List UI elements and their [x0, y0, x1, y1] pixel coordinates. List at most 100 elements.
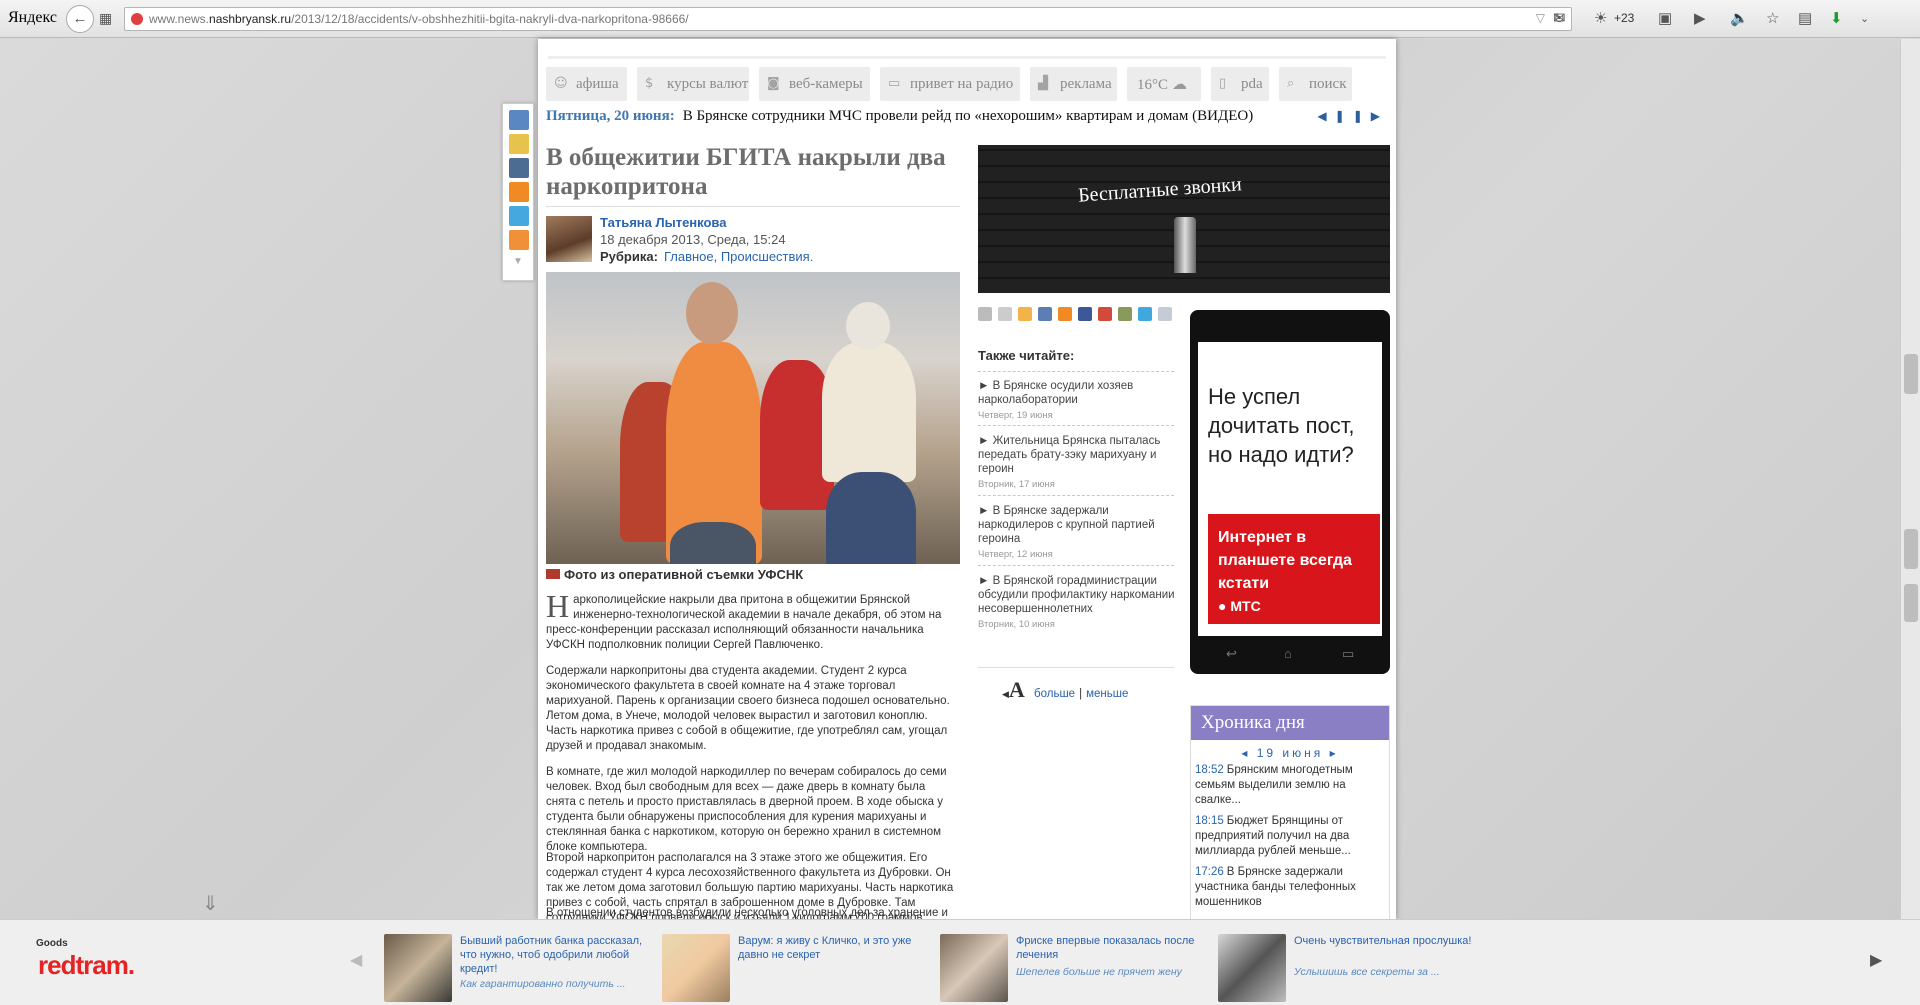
android-back-icon: ↩ — [1226, 646, 1237, 661]
nav-webcams[interactable]: ◙ веб-камеры — [759, 67, 870, 101]
chronicle-title: Хроника дня — [1191, 706, 1389, 740]
cloud-icon: ☁ — [1172, 75, 1188, 93]
nav-pda[interactable]: ▯ pda — [1211, 67, 1269, 101]
chart-icon: ▟ — [1038, 76, 1048, 91]
chronicle-item[interactable]: 18:15 Бюджет Брянщины от предприятий полу… — [1191, 811, 1389, 862]
font-size-letter: A — [1008, 677, 1025, 702]
speaker-icon[interactable]: 🔈 — [1730, 10, 1749, 28]
scroll-down-icon[interactable]: ⇓ — [202, 891, 224, 917]
menu-chevron-icon[interactable]: ⌄ — [1860, 10, 1869, 28]
chronicle-item[interactable]: 18:52 Брянским многодетным семьям выделил… — [1191, 760, 1389, 811]
rss-icon[interactable] — [509, 230, 529, 250]
android-recent-icon: ▭ — [1342, 646, 1355, 661]
also-read-item[interactable]: ► Жительница Брянска пыталась передать б… — [978, 434, 1178, 492]
mts-logo: ● МТС — [1218, 598, 1261, 614]
facebook-icon[interactable] — [1078, 307, 1092, 321]
print-icon[interactable] — [978, 307, 992, 321]
also-read-item[interactable]: ► В Брянске осудили хозяев нарколаборато… — [978, 379, 1178, 423]
search-icon: ⌕ — [1287, 76, 1295, 91]
window-scrollbar[interactable] — [1900, 39, 1920, 919]
redtram-prev-icon[interactable]: ◀ — [350, 950, 362, 970]
ticker-controls[interactable]: ◀❚❚▶ — [1317, 109, 1388, 124]
nav-search[interactable]: ⌕ поиск — [1279, 67, 1352, 101]
ticker-headline[interactable]: В Брянске сотрудники МЧС провели рейд по… — [683, 108, 1254, 124]
tabs-grid-icon[interactable]: ▦ — [99, 10, 115, 26]
article-title: В общежитии БГИТА накрыли два наркоприто… — [546, 144, 946, 200]
article-rubric: Рубрика: Главное, Происшествия. — [600, 249, 814, 264]
address-bar[interactable]: www.news.nashbryansk.ru/2013/12/18/accid… — [124, 7, 1572, 31]
nav-weather[interactable]: 16°C ☁ — [1127, 67, 1201, 101]
author-avatar — [546, 216, 592, 262]
redtram-item[interactable]: Фриске впервые показалась после лечения … — [940, 934, 1212, 1004]
url-text[interactable]: www.news.nashbryansk.ru/2013/12/18/accid… — [149, 12, 689, 26]
article-date: 18 декабря 2013, Среда, 15:24 — [600, 232, 786, 247]
google-plus-icon[interactable] — [1098, 307, 1112, 321]
twitter-share-icon[interactable] — [1138, 307, 1152, 321]
photo-caption: Фото из оперативной съемки УФСНК — [546, 567, 803, 582]
browser-toolbar: Яндекс ← ▦ www.news.nashbryansk.ru/2013/… — [0, 0, 1920, 38]
redtram-item[interactable]: Очень чувствительная прослушка! Услышишь… — [1218, 934, 1490, 1004]
currency-icon: $ — [645, 76, 654, 91]
news-page: ☺ афиша $ курсы валют ◙ веб-камеры ▭ привет … — [538, 39, 1396, 919]
chronicle-item[interactable]: 17:26 В Брянске задержали участника банды… — [1191, 862, 1389, 913]
weather-value[interactable]: +23 — [1614, 11, 1634, 25]
decrease-arrow-icon: ◀ — [1002, 689, 1009, 699]
radio-icon: ▭ — [888, 76, 901, 91]
p-extension-icon[interactable]: ▣ — [1658, 10, 1672, 28]
author-name[interactable]: Татьяна Лытенкова — [600, 215, 726, 230]
font-size-control: ◀A больше | меньше — [1002, 677, 1129, 702]
theater-icon: ☺ — [554, 76, 568, 91]
ok-share-icon[interactable] — [1058, 307, 1072, 321]
nav-radio[interactable]: ▭ привет на радио — [880, 67, 1020, 101]
home-icon[interactable] — [509, 110, 529, 130]
rubric-links[interactable]: Главное, Происшествия. — [664, 249, 813, 264]
mts-ad-banner[interactable]: Не успел дочитать пост, но надо идти? Ин… — [1190, 310, 1390, 674]
vk-share-icon[interactable] — [1038, 307, 1052, 321]
redtram-item[interactable]: Варум: я живу с Кличко, и это уже давно … — [662, 934, 934, 1004]
redtram-next-icon[interactable]: ▶ — [1870, 950, 1882, 970]
title-divider — [546, 206, 960, 207]
main-navigation: ☺ афиша $ курсы валют ◙ веб-камеры ▭ привет … — [546, 67, 1388, 101]
chronicle-widget: Хроника дня ◂ 19 июня ▸ 18:52 Брянским мн… — [1190, 705, 1390, 919]
top-strip — [548, 39, 1386, 59]
redtram-logo[interactable]: Goods redtram. — [36, 938, 135, 981]
article-photo — [546, 272, 960, 564]
mail-icon[interactable]: ✉ — [1553, 10, 1566, 28]
rss-icon[interactable] — [1018, 307, 1032, 321]
article-paragraph-5: В отношении студентов возбудили нескольк… — [546, 907, 948, 919]
also-read-item[interactable]: ► В Брянске задержали наркодилеров с кру… — [978, 504, 1178, 562]
panel-collapse-icon[interactable]: ▼ — [513, 256, 525, 268]
news-ticker: Пятница, 20 июня: В Брянске сотрудники МЧ… — [546, 108, 1388, 130]
mts-ad-question: Не успел дочитать пост, но надо идти? — [1208, 384, 1355, 467]
spray-can-image — [1174, 217, 1196, 273]
download-icon[interactable]: ⬇ — [1830, 10, 1843, 28]
back-button[interactable]: ← — [66, 5, 94, 33]
sun-icon[interactable]: ☀ — [1594, 10, 1607, 28]
livejournal-icon[interactable] — [1118, 307, 1132, 321]
favorite-star-icon[interactable] — [509, 134, 529, 154]
free-calls-ad-banner[interactable]: Бесплатные звонки — [978, 145, 1390, 293]
redtram-item[interactable]: Бывший работник банка рассказал, что нуж… — [384, 934, 656, 1004]
dropcap-letter: Н — [546, 588, 570, 624]
redtram-news-bar: Goods redtram. ◀ Бывший работник банка ра… — [0, 919, 1920, 1005]
vkontakte-icon[interactable] — [509, 158, 529, 178]
site-favicon — [131, 13, 143, 25]
twitter-icon[interactable] — [509, 206, 529, 226]
odnoklassniki-icon[interactable] — [509, 182, 529, 202]
chronicle-date-selector[interactable]: ◂ 19 июня ▸ — [1191, 746, 1389, 760]
play-extension-icon[interactable]: ▶ — [1694, 10, 1706, 28]
more-share-icon[interactable] — [1158, 307, 1172, 321]
nav-afisha[interactable]: ☺ афиша — [546, 67, 627, 101]
article-paragraph-3: В комнате, где жил молодой наркодиллер п… — [546, 766, 947, 853]
nav-currency[interactable]: $ курсы валют — [637, 67, 749, 101]
history-dropdown-icon[interactable]: ▽ — [1536, 11, 1545, 25]
font-bigger-link[interactable]: больше — [1034, 688, 1075, 700]
clipboard-icon[interactable]: ▤ — [1798, 10, 1812, 28]
also-read-item[interactable]: ► В Брянской горадминистрации обсудили п… — [978, 574, 1178, 632]
font-smaller-link[interactable]: меньше — [1086, 688, 1128, 700]
yandex-logo[interactable]: Яндекс — [8, 9, 57, 27]
nav-advertising[interactable]: ▟ реклама — [1030, 67, 1117, 101]
star-icon[interactable]: ☆ — [1766, 10, 1779, 28]
article-paragraph-2: Содержали наркопритоны два студента акад… — [546, 665, 950, 752]
email-icon[interactable] — [998, 307, 1012, 321]
